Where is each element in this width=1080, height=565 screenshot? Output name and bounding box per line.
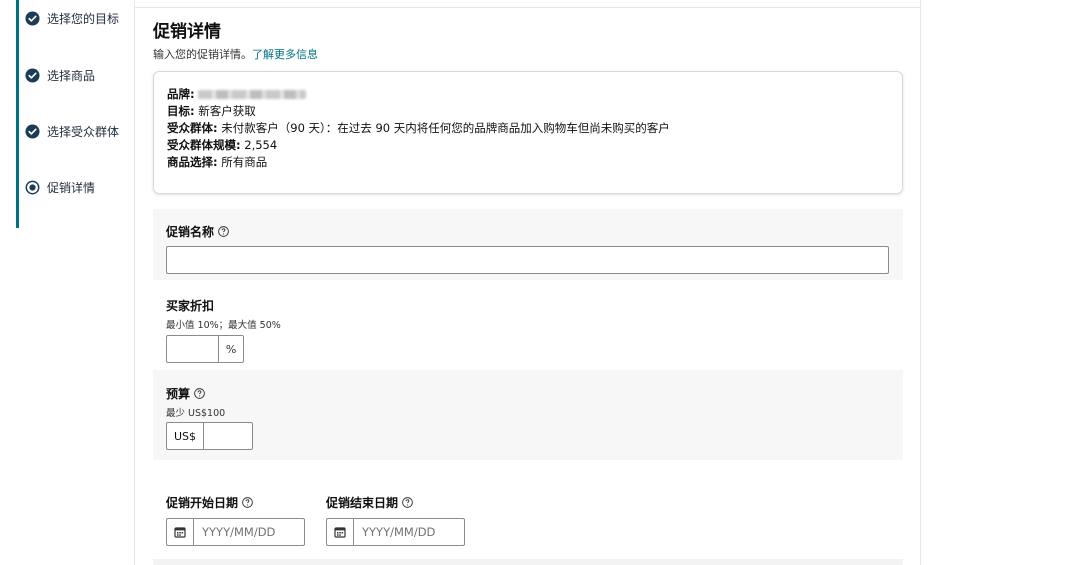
summary-product-row: 商品选择: 所有商品 [167, 154, 889, 171]
end-date-label-text: 促销结束日期 [326, 496, 399, 510]
end-date-placeholder: YYYY/MM/DD [362, 525, 436, 539]
budget-section: 预算 最少 US$100 US$ [153, 370, 903, 460]
step-select-goal[interactable]: 选择您的目标 [25, 10, 119, 27]
help-icon[interactable] [402, 497, 413, 508]
summary-brand-row: 品牌: [167, 86, 889, 103]
check-circle-icon [25, 68, 40, 83]
step-label: 促销详情 [47, 181, 96, 195]
page-title: 促销详情 [153, 22, 221, 42]
start-date-label: 促销开始日期 [166, 494, 305, 511]
stepper-nav: 选择您的目标 选择商品 选择受众群体 促销详情 [0, 0, 135, 565]
promo-name-label-text: 促销名称 [166, 225, 215, 239]
check-circle-icon [25, 124, 40, 139]
budget-label-text: 预算 [166, 387, 191, 401]
audience-value: 未付款客户（90 天）：在过去 90 天内将任何您的品牌商品加入购物车但尚未购买… [221, 121, 670, 135]
start-date-field: 促销开始日期 YYYY/MM/DD [166, 494, 305, 546]
calendar-icon[interactable] [167, 519, 194, 545]
help-icon[interactable] [218, 226, 229, 237]
next-section-edge [153, 559, 903, 565]
help-icon[interactable] [194, 388, 205, 399]
discount-input[interactable] [167, 336, 218, 362]
learn-more-link[interactable]: 了解更多信息 [252, 48, 318, 61]
budget-input-group: US$ [166, 422, 253, 450]
calendar-icon[interactable] [327, 519, 354, 545]
right-gutter [920, 0, 1080, 565]
goal-value: 新客户获取 [198, 104, 256, 118]
audience-size-label: 受众群体规模: [167, 138, 241, 152]
currency-prefix: US$ [167, 423, 204, 449]
discount-section: 买家折扣 最小值 10%；最大值 50% % [153, 281, 903, 369]
audience-size-value: 2,554 [244, 138, 278, 152]
percent-suffix: % [218, 336, 243, 362]
help-icon[interactable] [242, 497, 253, 508]
budget-input[interactable] [204, 423, 252, 449]
step-label: 选择商品 [47, 69, 96, 83]
summary-goal-row: 目标: 新客户获取 [167, 103, 889, 120]
end-date-input[interactable]: YYYY/MM/DD [326, 518, 465, 546]
brand-value-redacted [198, 90, 307, 99]
discount-label: 买家折扣 [166, 297, 903, 314]
summary-audience-size-row: 受众群体规模: 2,554 [167, 137, 889, 154]
goal-label: 目标: [167, 104, 195, 118]
start-date-input[interactable]: YYYY/MM/DD [166, 518, 305, 546]
step-select-audience[interactable]: 选择受众群体 [25, 123, 119, 140]
discount-hint: 最小值 10%；最大值 50% [166, 320, 281, 331]
radio-current-icon [25, 180, 40, 195]
budget-label: 预算 [166, 385, 903, 402]
step-promo-details[interactable]: 促销详情 [25, 179, 95, 196]
page: 选择您的目标 选择商品 选择受众群体 促销详情 促销详情 输入您的促销详情。了解… [0, 0, 1080, 565]
summary-audience-row: 受众群体: 未付款客户（90 天）：在过去 90 天内将任何您的品牌商品加入购物… [167, 120, 889, 137]
step-label: 选择您的目标 [47, 12, 120, 26]
check-circle-icon [25, 11, 40, 26]
step-select-products[interactable]: 选择商品 [25, 67, 95, 84]
start-date-label-text: 促销开始日期 [166, 496, 239, 510]
dates-section: 促销开始日期 YYYY/MM/DD 促销结束日期 YYYY/MM/DD [153, 461, 903, 559]
step-label: 选择受众群体 [47, 125, 120, 139]
promo-name-section: 促销名称 [153, 209, 903, 280]
subtitle-text: 输入您的促销详情。 [153, 48, 252, 61]
start-date-placeholder: YYYY/MM/DD [202, 525, 276, 539]
product-value: 所有商品 [221, 155, 268, 169]
promo-name-label: 促销名称 [166, 223, 903, 240]
promo-summary-card: 品牌: 目标: 新客户获取 受众群体: 未付款客户（90 天）：在过去 90 天… [153, 71, 903, 194]
audience-label: 受众群体: [167, 121, 218, 135]
stepper-progress-line [16, 0, 19, 228]
page-subtitle: 输入您的促销详情。了解更多信息 [153, 46, 318, 62]
end-date-label: 促销结束日期 [326, 494, 465, 511]
budget-hint: 最少 US$100 [166, 408, 226, 419]
promo-name-input[interactable] [166, 246, 889, 274]
product-label: 商品选择: [167, 155, 218, 169]
end-date-field: 促销结束日期 YYYY/MM/DD [326, 494, 465, 546]
brand-label: 品牌: [167, 87, 195, 101]
discount-label-text: 买家折扣 [166, 299, 215, 313]
discount-input-group: % [166, 335, 244, 363]
